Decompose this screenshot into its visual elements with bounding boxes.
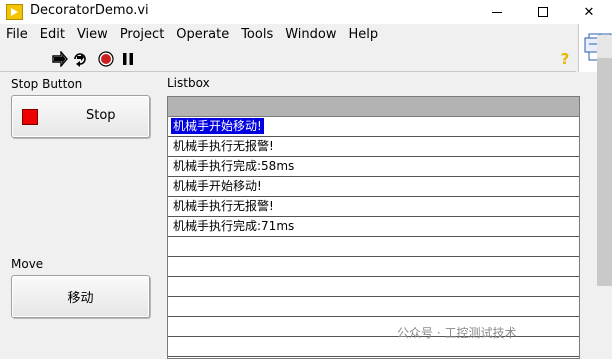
list-item-text: 机械手开始移动! — [173, 179, 262, 193]
list-item[interactable]: 机械手执行完成:71ms — [168, 217, 579, 237]
front-panel: Stop Button Stop Listbox 机械手开始移动! 机械手执行无… — [0, 73, 612, 359]
abort-execution-icon[interactable] — [98, 51, 114, 67]
maximize-button[interactable] — [520, 0, 566, 24]
stop-button-text: Stop — [86, 108, 116, 123]
list-item-text: 机械手执行完成:58ms — [173, 159, 295, 173]
vertical-scrollbar-thumb[interactable] — [597, 58, 612, 286]
labview-vi-icon — [6, 4, 23, 20]
run-arrow-icon[interactable] — [52, 51, 68, 67]
toolbar: ? — [0, 46, 576, 72]
menu-project[interactable]: Project — [114, 24, 170, 46]
stop-indicator-icon — [22, 109, 38, 125]
menu-operate[interactable]: Operate — [170, 24, 235, 46]
list-item-text: 机械手执行完成:71ms — [173, 219, 295, 233]
listbox[interactable]: 机械手开始移动! 机械手执行无报警! 机械手执行完成:58ms 机械手开始移动!… — [167, 96, 580, 359]
list-item[interactable]: 机械手执行无报警! — [168, 137, 579, 157]
list-item[interactable] — [168, 297, 579, 317]
list-item-text: 机械手开始移动! — [171, 118, 264, 134]
list-item[interactable]: 机械手执行完成:58ms — [168, 157, 579, 177]
listbox-header — [168, 97, 579, 117]
stop-button[interactable]: Stop — [11, 95, 150, 138]
menu-file[interactable]: File — [0, 24, 34, 46]
list-item[interactable]: 机械手执行无报警! — [168, 197, 579, 217]
title-bar: DecoratorDemo.vi ✕ — [0, 0, 612, 24]
list-item[interactable] — [168, 277, 579, 297]
close-icon: ✕ — [583, 4, 595, 20]
minimize-icon — [492, 11, 502, 13]
menu-window[interactable]: Window — [279, 24, 342, 46]
list-item[interactable] — [168, 337, 579, 357]
list-item[interactable] — [168, 237, 579, 257]
list-item-text: 机械手执行无报警! — [173, 199, 274, 213]
move-button-label: Move — [11, 257, 44, 271]
list-item[interactable]: 机械手开始移动! — [168, 117, 579, 137]
move-button-text: 移动 — [67, 291, 94, 306]
minimize-button[interactable] — [474, 0, 520, 24]
list-item[interactable] — [168, 257, 579, 277]
listbox-label: Listbox — [167, 76, 210, 90]
run-continuously-icon[interactable] — [72, 51, 88, 67]
maximize-icon — [538, 7, 548, 17]
list-item-text: 机械手执行无报警! — [173, 139, 274, 153]
move-button[interactable]: 移动 — [11, 275, 150, 318]
context-help-icon[interactable]: ? — [557, 51, 573, 67]
list-item[interactable] — [168, 317, 579, 337]
watermark: 公众号 · 工控测试技术 — [397, 326, 517, 340]
menu-tools[interactable]: Tools — [235, 24, 279, 46]
pause-icon[interactable] — [120, 51, 136, 67]
close-button[interactable]: ✕ — [566, 0, 612, 24]
menu-help[interactable]: Help — [342, 24, 384, 46]
menu-edit[interactable]: Edit — [34, 24, 71, 46]
list-item[interactable]: 机械手开始移动! — [168, 177, 579, 197]
menu-view[interactable]: View — [71, 24, 114, 46]
menu-bar: File Edit View Project Operate Tools Win… — [0, 24, 576, 46]
stop-button-label: Stop Button — [11, 77, 83, 91]
window-title: DecoratorDemo.vi — [30, 3, 149, 18]
